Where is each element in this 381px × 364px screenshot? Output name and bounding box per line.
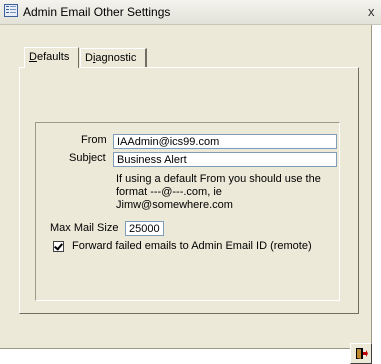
window-title: Admin Email Other Settings: [23, 5, 171, 19]
forward-failed-label[interactable]: Forward failed emails to Admin Email ID …: [72, 240, 312, 252]
tab-defaults-label: Defaults: [29, 51, 70, 63]
from-label: From: [81, 134, 107, 146]
hint-line-2: format ---@---.com, ie Jimw@somewhere.co…: [116, 186, 233, 211]
close-button[interactable]: x: [368, 4, 375, 19]
tab-defaults[interactable]: Defaults: [24, 47, 79, 68]
form-icon: [4, 4, 18, 17]
hint-line-1: If using a default From you should use t…: [116, 173, 321, 185]
from-field[interactable]: IAAdmin@ics99.com: [113, 134, 337, 149]
title-bar[interactable]: Admin Email Other Settings x: [0, 0, 381, 25]
max-mail-size-label: Max Mail Size: [50, 222, 119, 234]
hint-text: If using a default From you should use t…: [116, 173, 339, 212]
exit-door-icon: [356, 348, 368, 359]
settings-window: Admin Email Other Settings x From IAAdmi…: [0, 0, 381, 364]
tab-diagnostic-label: Diagnostic: [85, 52, 137, 64]
max-mail-size-field[interactable]: 25000: [125, 221, 164, 236]
tab-diagnostic[interactable]: Diagnostic: [80, 48, 147, 67]
form-body: From IAAdmin@ics99.com Subject Business …: [0, 25, 372, 364]
forward-failed-checkbox[interactable]: [53, 241, 64, 252]
exit-button[interactable]: [350, 343, 372, 364]
subject-field[interactable]: Business Alert: [113, 152, 337, 167]
subject-label: Subject: [69, 152, 106, 164]
settings-group-box: From IAAdmin@ics99.com Subject Business …: [35, 122, 340, 301]
tab-panel-defaults: From IAAdmin@ics99.com Subject Business …: [19, 67, 359, 314]
